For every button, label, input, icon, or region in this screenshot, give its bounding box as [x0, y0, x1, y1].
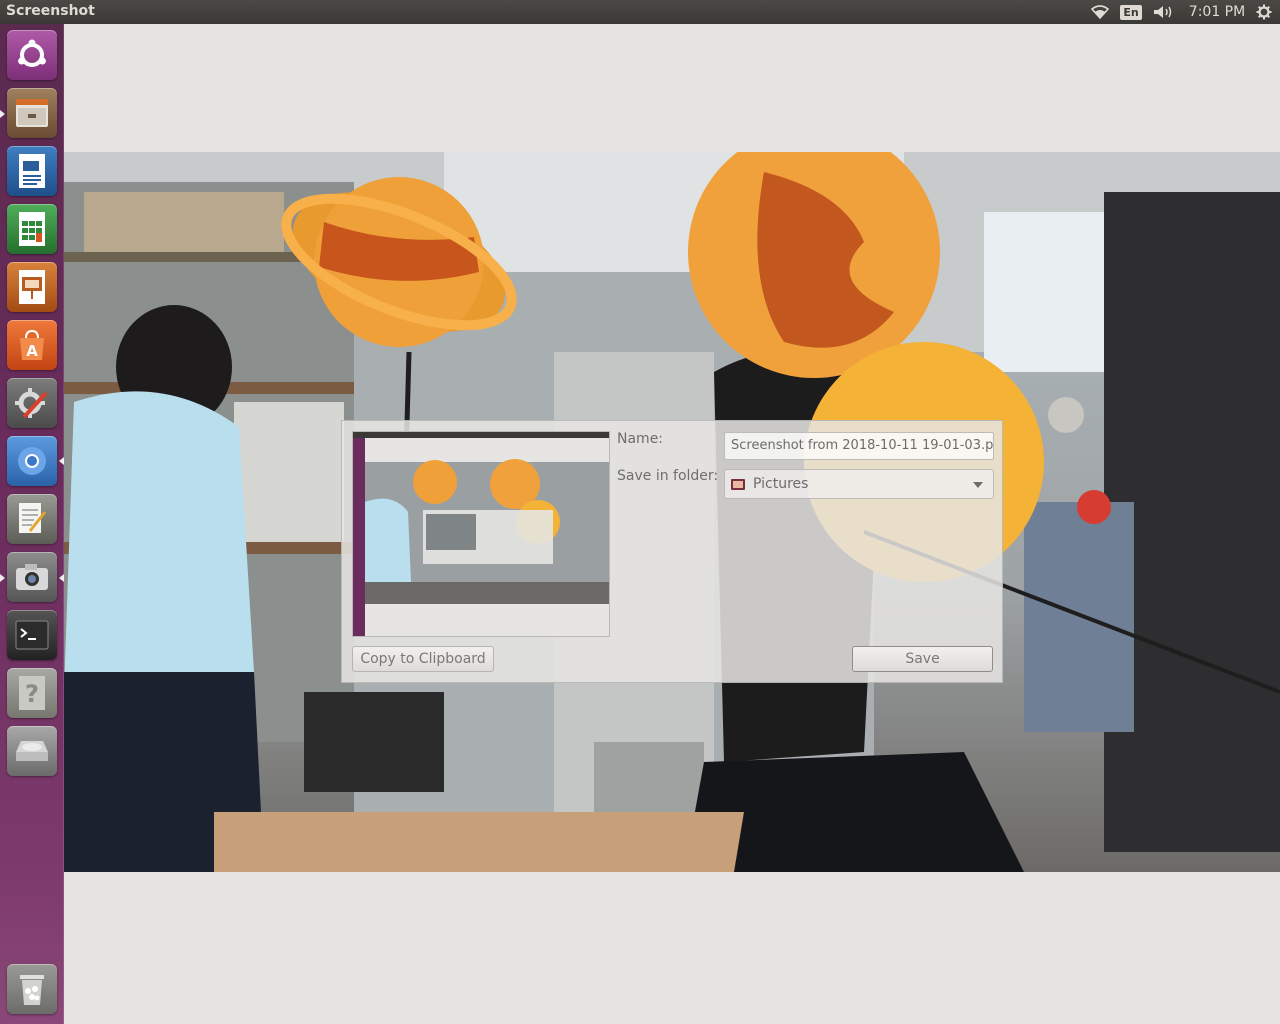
name-label: Name:: [617, 431, 664, 447]
folder-pictures-icon: [731, 478, 745, 490]
wifi-icon[interactable]: [1088, 0, 1112, 24]
libreoffice-calc-icon[interactable]: [7, 204, 57, 254]
folder-dropdown[interactable]: Pictures: [724, 469, 994, 499]
libreoffice-writer-icon[interactable]: [7, 146, 57, 196]
chromium-icon[interactable]: [7, 436, 57, 486]
screenshot-icon[interactable]: [7, 552, 57, 602]
launcher: A ?: [0, 24, 64, 1024]
running-indicator: [0, 110, 5, 118]
system-settings-icon[interactable]: [7, 378, 57, 428]
libreoffice-impress-icon[interactable]: [7, 262, 57, 312]
chevron-down-icon: [973, 482, 983, 488]
trash-icon[interactable]: [7, 964, 57, 1014]
copy-to-clipboard-button[interactable]: Copy to Clipboard: [352, 646, 494, 672]
text-editor-icon[interactable]: [7, 494, 57, 544]
svg-text:?: ?: [25, 680, 39, 708]
software-center-icon[interactable]: A: [7, 320, 57, 370]
clock[interactable]: 7:01 PM: [1186, 0, 1248, 24]
language-label: En: [1120, 4, 1142, 20]
folder-selected-value: Pictures: [753, 476, 809, 492]
window-title: Screenshot: [6, 3, 95, 19]
help-icon[interactable]: ?: [7, 668, 57, 718]
ubuntu-dash-icon[interactable]: [7, 30, 57, 80]
save-screenshot-dialog: Name: Screenshot from 2018-10-11 19-01-0…: [341, 420, 1003, 683]
running-indicator: [0, 574, 5, 582]
volume-icon[interactable]: [1150, 0, 1178, 24]
save-button[interactable]: Save: [852, 646, 993, 672]
filename-input[interactable]: Screenshot from 2018-10-11 19-01-03.png: [724, 432, 994, 460]
svg-text:A: A: [26, 342, 38, 360]
screenshot-preview: [352, 431, 610, 637]
save-in-folder-label: Save in folder:: [617, 468, 719, 484]
terminal-icon[interactable]: [7, 610, 57, 660]
keyboard-language-indicator[interactable]: En: [1120, 0, 1142, 24]
top-panel: Screenshot En 7:01 PM: [0, 0, 1280, 24]
disk-icon[interactable]: [7, 726, 57, 776]
files-icon[interactable]: [7, 88, 57, 138]
system-gear-icon[interactable]: [1252, 0, 1276, 24]
